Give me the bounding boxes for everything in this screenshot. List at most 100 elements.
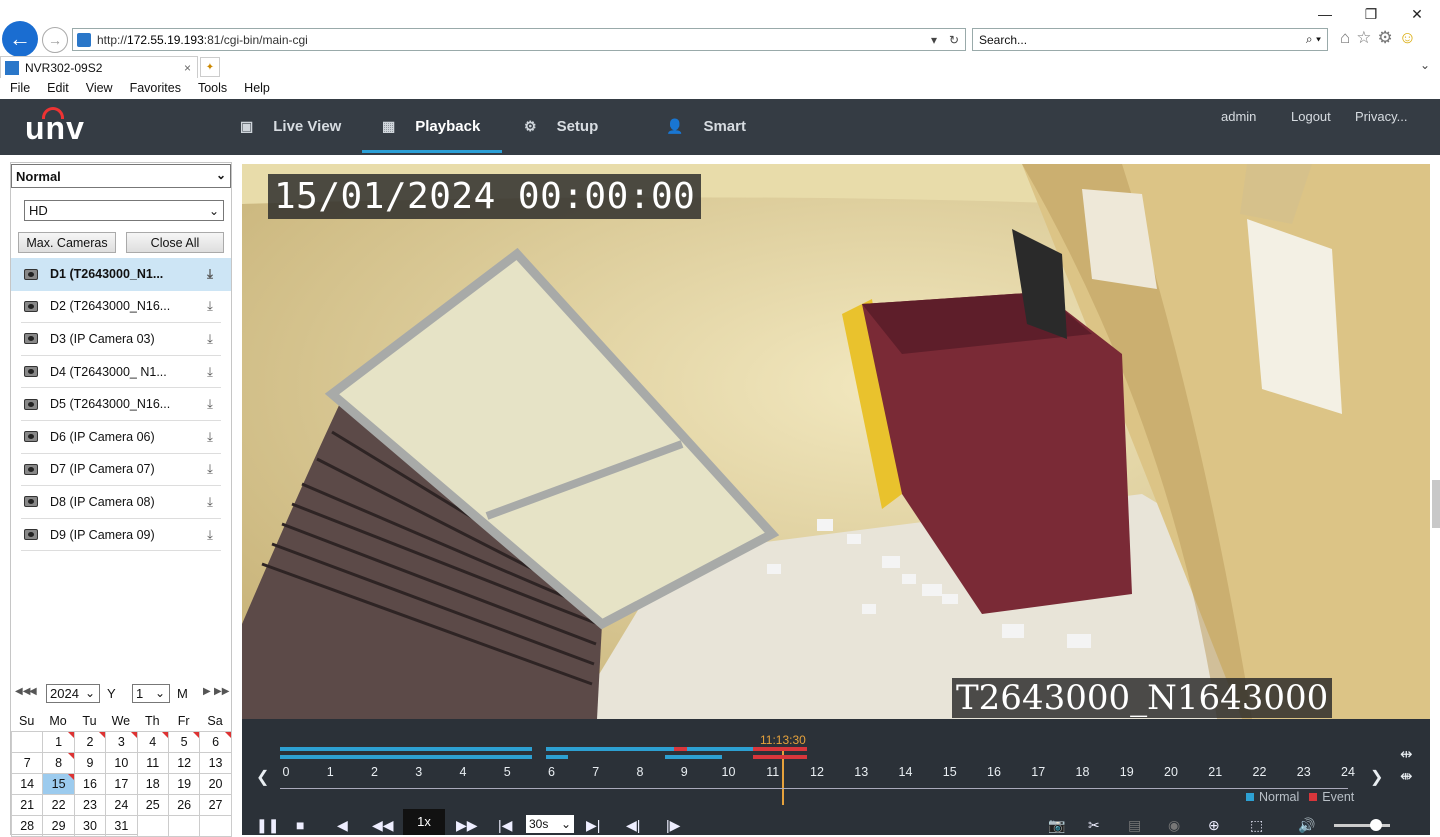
calendar-day[interactable]: 15 xyxy=(43,774,75,795)
camera-list-item[interactable]: D6 (IP Camera 06) ⤓ xyxy=(21,421,221,454)
stop-icon[interactable]: ■ xyxy=(296,817,304,833)
download-icon[interactable]: ⤓ xyxy=(203,461,217,477)
video-window[interactable]: 15/01/2024 00:00:00 T2643000_N1643000 xyxy=(242,164,1430,719)
menu-help[interactable]: Help xyxy=(234,79,277,99)
privacy-link[interactable]: Privacy... xyxy=(1355,109,1408,124)
skip-forward-icon[interactable]: ▶| xyxy=(586,817,600,834)
logout-link[interactable]: Logout xyxy=(1291,109,1331,124)
calendar-day[interactable]: 27 xyxy=(200,795,232,816)
camera-list-item[interactable]: D5 (T2643000_N16... ⤓ xyxy=(21,388,221,421)
calendar-day[interactable]: 8 xyxy=(43,753,75,774)
year-select[interactable]: 2024 ⌄ xyxy=(46,684,100,703)
close-all-button[interactable]: Close All xyxy=(126,232,224,253)
calendar-day[interactable]: 12 xyxy=(168,753,201,774)
stream-quality-select[interactable]: HD ⌄ xyxy=(24,200,224,221)
menu-tools[interactable]: Tools xyxy=(188,79,234,99)
zoom-out-icon[interactable]: ⇹ xyxy=(1400,744,1413,766)
search-input[interactable]: Search... ⌕ ▾ xyxy=(972,28,1328,51)
calendar-day[interactable]: 7 xyxy=(12,753,44,774)
camera-list-item[interactable]: D3 (IP Camera 03) ⤓ xyxy=(21,323,221,356)
calendar-day[interactable]: 26 xyxy=(168,795,201,816)
calendar-day[interactable]: 25 xyxy=(137,795,169,816)
calendar-day[interactable]: 28 xyxy=(12,816,44,837)
new-tab-icon[interactable]: ✦ xyxy=(200,57,220,77)
calendar-day[interactable]: 31 xyxy=(106,816,138,837)
calendar-day[interactable]: 24 xyxy=(106,795,138,816)
camera-list-item[interactable]: D2 (T2643000_N16... ⤓ xyxy=(21,291,221,324)
refresh-icon[interactable]: ↻ xyxy=(949,33,959,47)
minimize-icon[interactable]: — xyxy=(1302,0,1348,28)
dropdown-icon[interactable]: ▾ xyxy=(931,33,937,47)
calendar-day[interactable]: 5 xyxy=(168,732,201,753)
prev-month-icon[interactable]: ◀ xyxy=(29,686,37,697)
calendar-day[interactable]: 2 xyxy=(74,732,107,753)
calendar-day[interactable]: 21 xyxy=(12,795,44,816)
tab-setup[interactable]: ⚙ Setup xyxy=(524,99,598,153)
download-icon[interactable]: ⤓ xyxy=(203,494,217,510)
max-cameras-button[interactable]: Max. Cameras xyxy=(18,232,116,253)
close-tab-icon[interactable]: × xyxy=(184,61,191,75)
tab-live-view[interactable]: ▣ Live View xyxy=(240,99,341,153)
calendar-day[interactable]: 4 xyxy=(137,732,169,753)
menu-edit[interactable]: Edit xyxy=(37,79,76,99)
page-scrollbar-thumb[interactable] xyxy=(1432,480,1440,528)
tab-smart[interactable]: 👤 Smart xyxy=(666,99,746,153)
calendar-day[interactable]: 17 xyxy=(106,774,138,795)
camera-list-item[interactable]: D1 (T2643000_N1... ⤓ xyxy=(11,258,231,291)
reverse-play-icon[interactable]: ◀ xyxy=(337,817,348,834)
tab-list-chevron-icon[interactable]: ⌄ xyxy=(1420,58,1430,72)
slow-down-icon[interactable]: ◀◀ xyxy=(372,817,394,834)
calendar-day[interactable]: 14 xyxy=(12,774,44,795)
playback-mode-select[interactable]: Normal ⌄ xyxy=(11,164,231,188)
skip-back-icon[interactable]: |◀ xyxy=(498,817,512,834)
download-icon[interactable]: ⤓ xyxy=(203,298,217,314)
calendar-day[interactable]: 9 xyxy=(74,753,107,774)
restore-icon[interactable]: ❐ xyxy=(1348,0,1394,28)
timeline-prev-icon[interactable]: ❮ xyxy=(256,767,269,787)
calendar-day[interactable]: 10 xyxy=(106,753,138,774)
menu-favorites[interactable]: Favorites xyxy=(120,79,188,99)
volume-icon[interactable]: 🔊 xyxy=(1298,817,1315,834)
calendar-day[interactable]: 6 xyxy=(200,732,232,753)
calendar-day[interactable]: 29 xyxy=(43,816,75,837)
calendar-day[interactable]: 16 xyxy=(74,774,107,795)
timeline-next-icon[interactable]: ❯ xyxy=(1370,767,1383,787)
calendar-day[interactable]: 3 xyxy=(106,732,138,753)
volume-knob[interactable] xyxy=(1370,819,1382,831)
feedback-smiley-icon[interactable]: ☺ xyxy=(1399,28,1416,48)
calendar-day[interactable]: 20 xyxy=(200,774,232,795)
home-icon[interactable]: ⌂ xyxy=(1340,28,1350,48)
menu-file[interactable]: File xyxy=(0,79,37,99)
calendar-day[interactable]: 13 xyxy=(200,753,232,774)
download-icon[interactable]: ⤓ xyxy=(203,364,217,380)
camera-list-item[interactable]: D4 (T2643000_ N1... ⤓ xyxy=(21,356,221,389)
download-icon[interactable]: ⤓ xyxy=(203,429,217,445)
download-icon[interactable]: ⤓ xyxy=(203,331,217,347)
calendar-day[interactable]: 23 xyxy=(74,795,107,816)
calendar-day[interactable]: 1 xyxy=(43,732,75,753)
address-bar[interactable]: http://172.55.19.193:81/cgi-bin/main-cgi… xyxy=(72,28,966,51)
zoom-in-icon[interactable]: ⇼ xyxy=(1400,766,1413,788)
download-icon[interactable]: ⤓ xyxy=(203,527,217,543)
menu-view[interactable]: View xyxy=(76,79,120,99)
playback-timeline[interactable]: 11:13:30 0 1 2 3 4 5 6 7 8 9 10 11 12 13 14 15 16 17 18 19 2… xyxy=(242,719,1430,835)
calendar-day[interactable]: 11 xyxy=(137,753,169,774)
calendar-day[interactable]: 22 xyxy=(43,795,75,816)
download-icon[interactable]: ⤓ xyxy=(203,396,217,412)
digital-zoom-icon[interactable]: ⊕ xyxy=(1208,817,1220,834)
hide-icon[interactable]: ◉ xyxy=(1168,817,1180,834)
next-year-icon[interactable]: ▶▶ xyxy=(214,686,229,697)
pause-icon[interactable]: ❚❚ xyxy=(256,817,279,834)
clip-icon[interactable]: ✂ xyxy=(1088,817,1100,834)
roi-icon[interactable]: ⬚ xyxy=(1250,817,1263,834)
speed-up-icon[interactable]: ▶▶ xyxy=(456,817,478,834)
camera-list-item[interactable]: D9 (IP Camera 09) ⤓ xyxy=(21,519,221,552)
next-month-icon[interactable]: ▶ xyxy=(203,686,211,697)
calendar-day[interactable]: 18 xyxy=(137,774,169,795)
calendar-day[interactable]: 19 xyxy=(168,774,201,795)
step-interval-select[interactable]: 30s ⌄ xyxy=(526,815,574,833)
browser-tab[interactable]: NVR302-09S2 × xyxy=(0,56,198,78)
search-icon[interactable]: ⌕ ▾ xyxy=(1306,32,1321,47)
next-frame-icon[interactable]: |▶ xyxy=(666,817,680,834)
download-icon[interactable]: ⤓ xyxy=(203,266,217,282)
